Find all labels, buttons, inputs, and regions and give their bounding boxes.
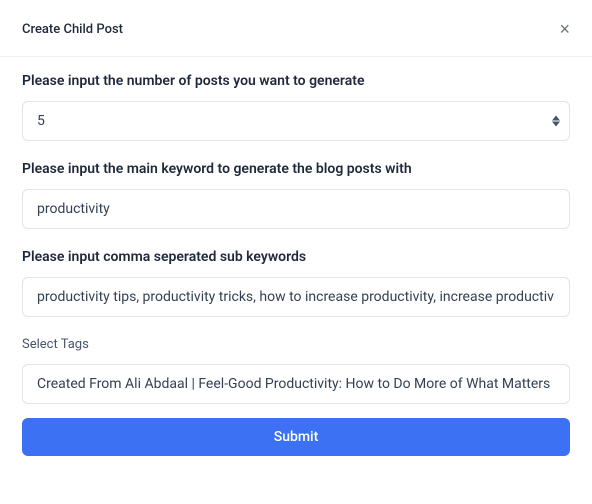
main-keyword-label: Please input the main keyword to generat… [22,161,570,177]
modal-title: Create Child Post [22,22,123,37]
posts-count-select[interactable] [22,101,570,141]
submit-button[interactable]: Submit [22,418,570,456]
close-button[interactable]: × [559,20,570,38]
sub-keywords-group: Please input comma seperated sub keyword… [22,249,570,317]
tags-label: Select Tags [22,337,570,352]
close-icon: × [559,19,570,39]
modal-body: Please input the number of posts you wan… [0,57,592,478]
main-keyword-input[interactable] [22,189,570,229]
tags-group: Select Tags [22,337,570,404]
sub-keywords-label: Please input comma seperated sub keyword… [22,249,570,265]
posts-count-label: Please input the number of posts you wan… [22,73,570,89]
modal-header: Create Child Post × [0,0,592,57]
tags-input[interactable] [22,364,570,404]
sub-keywords-input[interactable] [22,277,570,317]
posts-count-group: Please input the number of posts you wan… [22,73,570,141]
main-keyword-group: Please input the main keyword to generat… [22,161,570,229]
posts-count-select-wrapper [22,101,570,141]
